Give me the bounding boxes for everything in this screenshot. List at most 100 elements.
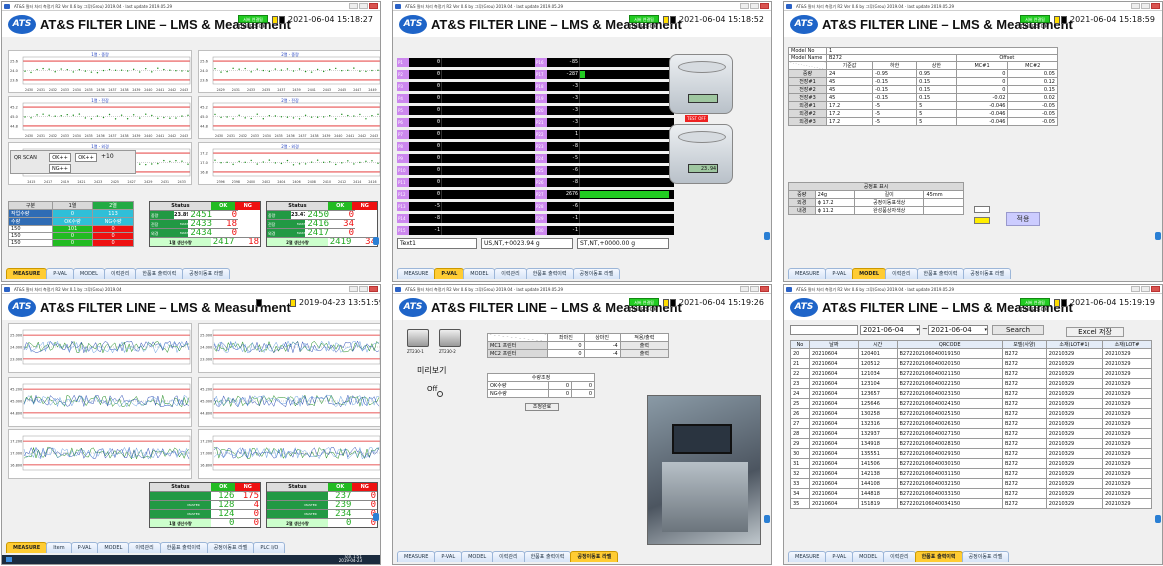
tab-0[interactable]: MEASURE	[397, 551, 436, 562]
tab-5[interactable]: 한품표 출력이력	[159, 542, 208, 553]
tab-3[interactable]: MODEL	[97, 542, 130, 553]
tab-0[interactable]: MEASURE	[6, 268, 48, 279]
tab-4[interactable]: 한품표 출력이력	[523, 551, 572, 562]
date-to-picker[interactable]: 2021-06-04 ▾	[928, 325, 988, 335]
spec-value[interactable]: -5	[872, 117, 918, 126]
side-scroll-button[interactable]	[373, 513, 379, 521]
maximize-button[interactable]	[359, 286, 368, 292]
table-row[interactable]: 32 20210604 142138 B272202106040031150 B272 2…	[790, 468, 1152, 479]
tab-0[interactable]: MEASURE	[788, 551, 827, 562]
table-row[interactable]: 35 20210604 151819 B272202106040034150 B272 2…	[790, 498, 1152, 509]
tab-5[interactable]: 공정이동표 라벨	[570, 551, 619, 562]
table-row[interactable]: 21 20210604 120512 B272202106040020150 B272 2…	[790, 358, 1152, 369]
tab-1[interactable]: Item	[46, 542, 72, 553]
column-header[interactable]: 모델(사양)	[1001, 340, 1047, 349]
print-button[interactable]: 출력	[619, 341, 670, 350]
master-label[interactable]: MASTER	[180, 219, 188, 228]
spec-value[interactable]: 0	[955, 85, 1009, 94]
tab-1[interactable]: P-VAL	[434, 268, 465, 279]
qty-value[interactable]: 0	[548, 389, 573, 398]
tab-5[interactable]: 공정이동표 라벨	[182, 268, 230, 279]
spec-value[interactable]: 24	[825, 69, 874, 78]
text1-field[interactable]: Text1	[397, 238, 477, 249]
model-no-value[interactable]: 1	[826, 47, 1058, 55]
color-swatch-yellow[interactable]	[974, 217, 990, 224]
column-header[interactable]: 소재(LOT#	[1102, 340, 1152, 349]
count-cell[interactable]: 150	[8, 225, 53, 233]
tab-4[interactable]: 한품표 출력이력	[525, 268, 574, 279]
side-scroll-button[interactable]	[373, 237, 379, 245]
color-swatch-white[interactable]	[974, 206, 990, 213]
spec-value[interactable]: 0.15	[1007, 85, 1058, 94]
master-label[interactable]: MASTER	[180, 228, 188, 237]
label-cell[interactable]: 24g	[814, 190, 855, 199]
master-label[interactable]: MASTER	[304, 509, 328, 518]
tab-2[interactable]: MODEL	[463, 268, 496, 279]
tab-2[interactable]: MODEL	[852, 551, 885, 562]
spec-value[interactable]: 0	[955, 77, 1009, 86]
tab-5[interactable]: 공정이동표 라벨	[572, 268, 621, 279]
column-header[interactable]: No	[790, 340, 810, 349]
table-row[interactable]: 26 20210604 130258 B272202106040025150 B272 2…	[790, 408, 1152, 419]
column-header[interactable]: 시간	[857, 340, 898, 349]
tab-3[interactable]: 이력관리	[885, 268, 918, 279]
ng-plus-button[interactable]: NG++	[49, 164, 71, 173]
master-label[interactable]: MASTER	[297, 228, 305, 237]
test-off-badge[interactable]: TEST OFF	[685, 115, 708, 122]
tab-1[interactable]: P-VAL	[434, 551, 463, 562]
windows-start-icon[interactable]	[6, 557, 12, 562]
tab-1[interactable]: P-VAL	[825, 551, 854, 562]
excel-save-button[interactable]: Excel 저장	[1066, 327, 1124, 337]
printer-icon-2[interactable]	[439, 329, 461, 347]
label-cell[interactable]: ϕ 11.2	[814, 206, 855, 215]
spec-value[interactable]: -0.15	[872, 85, 918, 94]
model-name-value[interactable]: B272	[826, 54, 957, 62]
tab-7[interactable]: PLC I/O	[253, 542, 286, 553]
maximize-button[interactable]	[750, 3, 759, 9]
top-margin[interactable]: -4	[583, 349, 621, 358]
spec-value[interactable]: 0.15	[916, 85, 957, 94]
minimize-button[interactable]	[740, 3, 749, 9]
date-from-picker[interactable]: 2021-06-04 ▾	[860, 325, 920, 335]
tab-3[interactable]: 이력관리	[492, 551, 525, 562]
minimize-button[interactable]	[740, 286, 749, 292]
spec-value[interactable]: -0.05	[1007, 109, 1058, 118]
table-row[interactable]: 24 20210604 123657 B272202106040023150 B272 2…	[790, 388, 1152, 399]
spec-value[interactable]: 17.2	[825, 109, 874, 118]
spec-value[interactable]: -0.046	[955, 101, 1009, 110]
minimize-button[interactable]	[1131, 3, 1140, 9]
table-row[interactable]: 31 20210604 141506 B272202106040030150 B272 2…	[790, 458, 1152, 469]
tab-2[interactable]: MODEL	[72, 268, 105, 279]
apply-button[interactable]: 적용	[1006, 212, 1040, 226]
spec-value[interactable]: -5	[872, 101, 918, 110]
step-plus-10[interactable]: +10	[101, 153, 114, 160]
qty-adjust-button[interactable]: 조정완료	[525, 403, 559, 411]
tab-1[interactable]: P-VAL	[46, 268, 74, 279]
spec-value[interactable]: -0.046	[955, 117, 1009, 126]
close-button[interactable]	[369, 3, 378, 9]
column-header[interactable]: QRCODE	[896, 340, 1003, 349]
minimize-button[interactable]	[1131, 286, 1140, 292]
label-cell[interactable]: 45mm	[923, 190, 964, 199]
count-cell[interactable]: 150	[8, 232, 53, 240]
spec-value[interactable]: 0.02	[1007, 93, 1058, 102]
tab-5[interactable]: 공정이동표 라벨	[963, 268, 1012, 279]
close-button[interactable]	[760, 3, 769, 9]
tab-5[interactable]: 공정이동표 라벨	[961, 551, 1010, 562]
table-row[interactable]: 22 20210604 121034 B272202106040021150 B272 2…	[790, 368, 1152, 379]
table-row[interactable]: 25 20210604 125646 B272202106040024150 B272 2…	[790, 398, 1152, 409]
qty-value[interactable]: 0	[571, 381, 595, 390]
count-cell[interactable]: 150	[8, 239, 53, 247]
st-weight-field[interactable]: ST,NT,+0000.00 g	[577, 238, 669, 249]
spec-value[interactable]: -0.95	[872, 69, 918, 78]
minimize-button[interactable]	[349, 286, 358, 292]
tab-0[interactable]: MEASURE	[788, 268, 827, 279]
tab-6[interactable]: 공정이동표 라벨	[206, 542, 255, 553]
master-label[interactable]: MASTER	[297, 219, 305, 228]
search-text-input[interactable]	[790, 325, 858, 335]
spec-value[interactable]: -0.046	[955, 109, 1009, 118]
master-label[interactable]: MASTER	[187, 500, 211, 509]
spec-value[interactable]: 0.05	[1007, 69, 1058, 78]
tab-2[interactable]: MODEL	[852, 268, 887, 279]
side-scroll-button[interactable]	[1155, 232, 1161, 240]
